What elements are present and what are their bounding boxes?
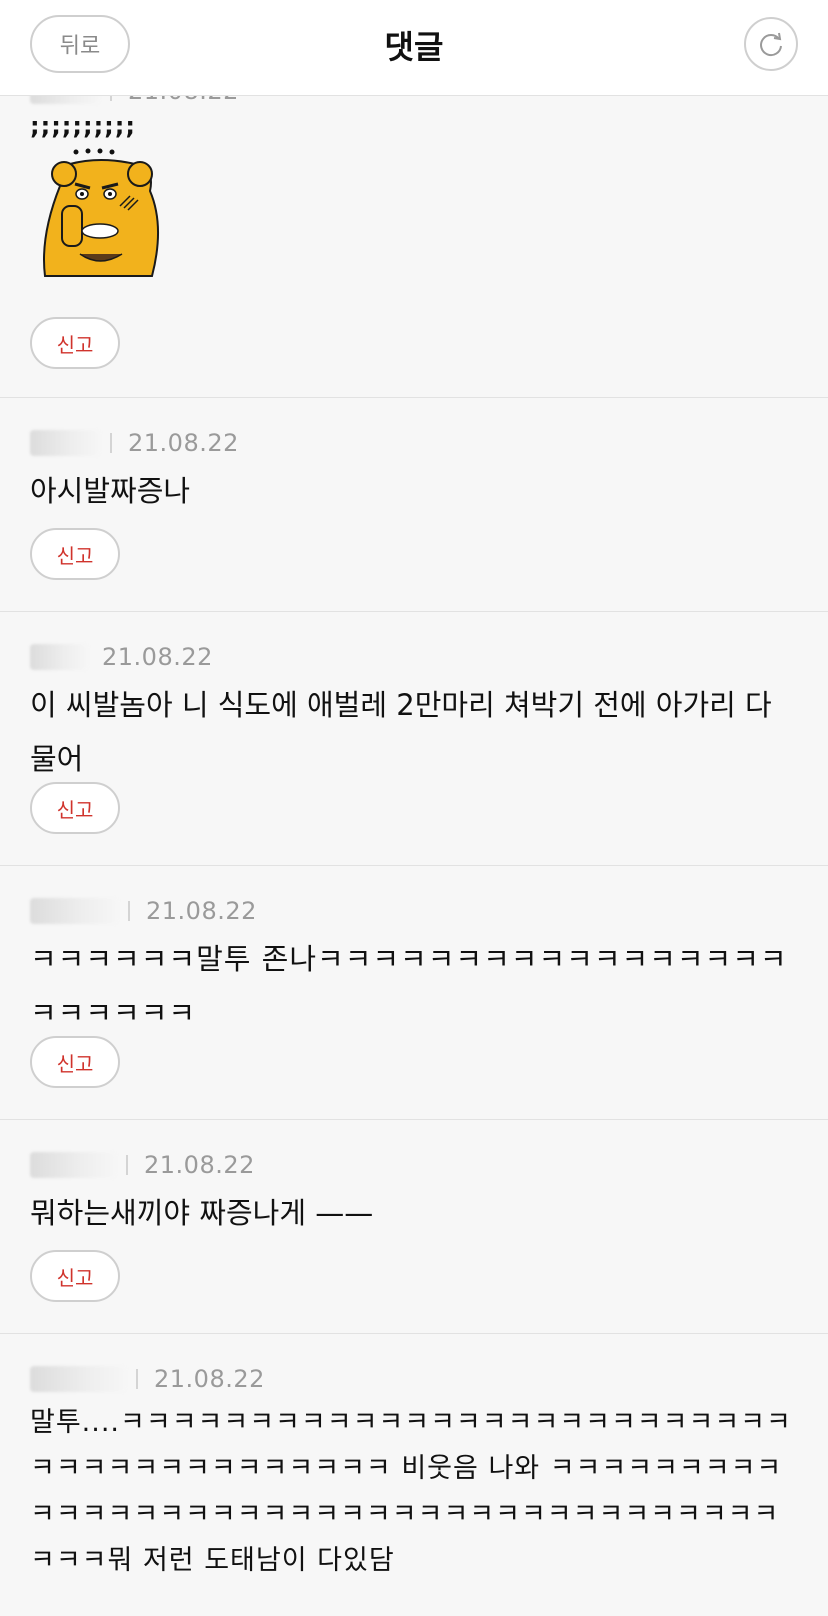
author-name-blurred [30,1366,126,1392]
report-button[interactable]: 신고 [30,1036,120,1088]
comment-text: ㅋㅋㅋㅋㅋㅋ말투 존나ㅋㅋㅋㅋㅋㅋㅋㅋㅋㅋㅋㅋㅋㅋㅋㅋㅋㅋㅋㅋㅋㅋㅋ [30,942,788,1030]
separator [126,1155,128,1175]
separator [128,901,130,921]
author-name-blurred [30,96,100,104]
comment-text: 말투....ㅋㅋㅋㅋㅋㅋㅋㅋㅋㅋㅋㅋㅋㅋㅋㅋㅋㅋㅋㅋㅋㅋㅋㅋㅋㅋㅋㅋㅋㅋㅋㅋㅋㅋ… [30,1407,792,1576]
author-name-blurred [30,644,88,670]
comment-date: 21.08.22 [146,897,257,925]
author-name-blurred [30,430,100,456]
separator [136,1369,138,1389]
comment-meta: 21.08.22 [30,642,213,672]
report-button[interactable]: 신고 [30,782,120,834]
comment-list: 21.08.22 ;;;;;;;;;; 신고 21.08.2 [0,96,828,1616]
comment-meta: 21.08.22 [30,428,239,458]
comment-date: 21.08.22 [128,429,239,457]
author-name-blurred [30,898,118,924]
top-bar: 뒤로 댓글 [0,0,828,96]
refresh-icon [760,32,782,57]
comment-meta: 21.08.22 [30,96,239,106]
report-button[interactable]: 신고 [30,317,120,369]
comment-item: 21.08.22 뭐하는새끼야 짜증나게 —— 신고 [0,1120,828,1334]
comment-date: 21.08.22 [128,96,239,105]
comment-item: 21.08.22 ;;;;;;;;;; 신고 [0,96,828,398]
emoticon-bear-icon [43,148,159,277]
comment-meta: 21.08.22 [30,896,257,926]
comment-date: 21.08.22 [154,1365,265,1393]
comment-item: 21.08.22 이 씨발놈아 니 식도에 애벌레 2만마리 쳐박기 전에 아가… [0,612,828,866]
separator [110,96,112,101]
comment-meta: 21.08.22 [30,1150,255,1180]
page-title: 댓글 [384,28,444,66]
separator [110,433,112,453]
report-button[interactable]: 신고 [30,528,120,580]
comment-text: 뭐하는새끼야 짜증나게 —— [30,1196,374,1230]
comment-item: 21.08.22 말투....ㅋㅋㅋㅋㅋㅋㅋㅋㅋㅋㅋㅋㅋㅋㅋㅋㅋㅋㅋㅋㅋㅋㅋㅋㅋ… [0,1334,828,1616]
author-name-blurred [30,1152,116,1178]
comment-date: 21.08.22 [144,1151,255,1179]
comment-text: 이 씨발놈아 니 식도에 애벌레 2만마리 쳐박기 전에 아가리 다물어 [30,688,772,776]
comment-meta: 21.08.22 [30,1364,265,1394]
comment-item: 21.08.22 ㅋㅋㅋㅋㅋㅋ말투 존나ㅋㅋㅋㅋㅋㅋㅋㅋㅋㅋㅋㅋㅋㅋㅋㅋㅋㅋㅋㅋ… [0,866,828,1120]
comment-text: ;;;;;;;;;; [30,112,136,140]
comment-text: 아시발짜증나 [30,474,191,508]
refresh-button[interactable] [744,17,798,71]
comment-item: 21.08.22 아시발짜증나 신고 [0,398,828,612]
report-button[interactable]: 신고 [30,1250,120,1302]
comment-date: 21.08.22 [102,643,213,671]
